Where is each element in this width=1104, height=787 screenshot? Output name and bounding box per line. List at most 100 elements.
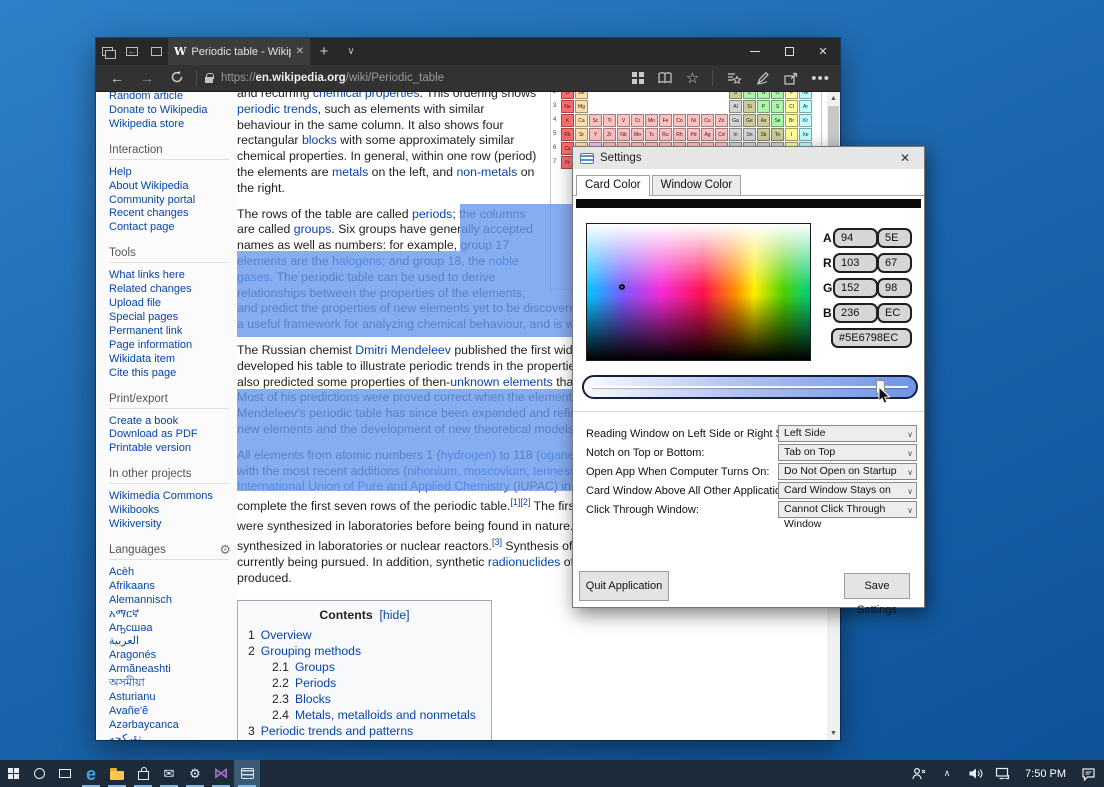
gear-icon[interactable]: ⚙: [219, 542, 231, 558]
sidebar-link[interactable]: Donate to Wikipedia: [109, 104, 229, 118]
toc-item[interactable]: 2.1Groups: [248, 659, 481, 675]
sidebar-link[interactable]: Contact page: [109, 221, 229, 235]
sidebar-link[interactable]: العربية: [109, 635, 229, 649]
sidebar-link[interactable]: Asturianu: [109, 691, 229, 705]
article-link[interactable]: chemical properties: [313, 92, 420, 100]
toc-link[interactable]: Periods: [295, 676, 336, 690]
toc-item[interactable]: 2.4Metals, metalloids and nonmetals: [248, 707, 481, 723]
sidebar-link[interactable]: Recent changes: [109, 207, 229, 221]
toc-item[interactable]: 3Periodic trends and patterns: [248, 723, 481, 739]
taskbar-visual-studio-button[interactable]: ⋈: [208, 760, 234, 787]
hex-color-field[interactable]: #5E6798EC: [831, 328, 912, 348]
taskbar-store-button[interactable]: [130, 760, 156, 787]
show-set-aside-tabs-icon[interactable]: [96, 38, 120, 65]
taskbar-settings-button[interactable]: ⚙: [182, 760, 208, 787]
scroll-down-arrow-icon[interactable]: ▼: [827, 727, 840, 740]
sidebar-link[interactable]: Printable version: [109, 442, 229, 456]
taskbar-clock[interactable]: 7:50 PM: [1019, 768, 1072, 780]
toc-link[interactable]: Periodic trends and patterns: [261, 724, 413, 738]
setting-dropdown[interactable]: Do Not Open on Startup∨: [778, 463, 917, 480]
sidebar-link[interactable]: Avañe'ẽ: [109, 705, 229, 719]
sidebar-link[interactable]: Wikipedia store: [109, 118, 229, 132]
sidebar-link[interactable]: Acèh: [109, 566, 229, 580]
article-link[interactable]: periodic trends: [237, 102, 318, 116]
article-link[interactable]: metals: [332, 165, 368, 179]
sidebar-link[interactable]: Armãneashti: [109, 663, 229, 677]
toc-link[interactable]: Grouping methods: [261, 644, 361, 658]
set-tabs-aside-icon[interactable]: ←: [120, 38, 144, 65]
back-icon[interactable]: ←: [106, 70, 128, 86]
sidebar-link[interactable]: تۆرکجه: [109, 733, 229, 740]
toc-item[interactable]: 3.1Electron configuration: [248, 739, 481, 740]
tab-preview-chevron-icon[interactable]: ∨: [338, 38, 364, 65]
channel-hex-field[interactable]: EC: [877, 303, 912, 323]
toc-item[interactable]: 2Grouping methods: [248, 643, 481, 659]
task-view-button[interactable]: [52, 760, 78, 787]
maximize-button[interactable]: [772, 38, 806, 65]
sidebar-link[interactable]: What links here: [109, 269, 229, 283]
quit-application-button[interactable]: Quit Application: [579, 571, 669, 601]
sidebar-link[interactable]: Wikidata item: [109, 353, 229, 367]
setting-dropdown[interactable]: Cannot Click Through Window∨: [778, 501, 917, 518]
dialog-title-bar[interactable]: Settings ✕: [573, 147, 924, 169]
toc-hide-link[interactable]: [hide]: [380, 608, 410, 622]
minimize-button[interactable]: [738, 38, 772, 65]
sidebar-link[interactable]: Download as PDF: [109, 428, 229, 442]
taskbar-file-explorer-button[interactable]: [104, 760, 130, 787]
setting-dropdown[interactable]: Card Window Stays on Top∨: [778, 482, 917, 499]
taskbar-edge-button[interactable]: e: [78, 760, 104, 787]
sidebar-link[interactable]: Page information: [109, 339, 229, 353]
scrollbar-thumb[interactable]: [828, 106, 839, 150]
sidebar-link[interactable]: Wikibooks: [109, 504, 229, 518]
sidebar-link[interactable]: Аҧсшәа: [109, 622, 229, 636]
toc-link[interactable]: Overview: [261, 628, 312, 642]
tab-window-icon[interactable]: [144, 38, 168, 65]
save-settings-button[interactable]: Save Settings: [844, 573, 910, 599]
dialog-close-icon[interactable]: ✕: [893, 151, 917, 165]
cortana-search-button[interactable]: [26, 760, 52, 787]
channel-decimal-field[interactable]: 94: [833, 228, 878, 248]
sidebar-link[interactable]: Community portal: [109, 194, 229, 208]
sidebar-link[interactable]: አማርኛ: [109, 608, 229, 622]
sidebar-link[interactable]: Cite this page: [109, 367, 229, 381]
article-link[interactable]: non-metals: [456, 165, 517, 179]
toc-link[interactable]: Blocks: [295, 692, 331, 706]
channel-hex-field[interactable]: 67: [877, 253, 912, 273]
alpha-slider[interactable]: [582, 375, 918, 399]
setting-dropdown[interactable]: Left Side∨: [778, 425, 917, 442]
article-link[interactable]: blocks: [302, 133, 337, 147]
sidebar-link[interactable]: Azərbaycanca: [109, 719, 229, 733]
sidebar-link[interactable]: Related changes: [109, 283, 229, 297]
sidebar-link[interactable]: Create a book: [109, 415, 229, 429]
toc-item[interactable]: 2.3Blocks: [248, 691, 481, 707]
channel-decimal-field[interactable]: 236: [833, 303, 878, 323]
hidden-icons-button[interactable]: ∧: [935, 768, 959, 779]
sidebar-link[interactable]: Upload file: [109, 297, 229, 311]
web-note-pen-icon[interactable]: [755, 71, 770, 86]
toc-item[interactable]: 1Overview: [248, 627, 481, 643]
add-favorite-star-icon[interactable]: ☆: [686, 71, 699, 86]
article-link[interactable]: groups: [294, 222, 332, 236]
channel-hex-field[interactable]: 98: [877, 278, 912, 298]
taskbar-mail-button[interactable]: ✉: [156, 760, 182, 787]
close-window-button[interactable]: ✕: [806, 38, 840, 65]
sidebar-link[interactable]: Permanent link: [109, 325, 229, 339]
start-button[interactable]: [0, 760, 26, 787]
hub-icon[interactable]: [726, 71, 742, 86]
sidebar-link[interactable]: Aragonés: [109, 649, 229, 663]
reference-link[interactable]: [3]: [492, 537, 502, 547]
sidebar-link[interactable]: Afrikaans: [109, 580, 229, 594]
reading-view-icon[interactable]: [657, 71, 673, 85]
sidebar-link[interactable]: Alemannisch: [109, 594, 229, 608]
sidebar-link[interactable]: অসমীয়া: [109, 677, 229, 691]
tab-card-color[interactable]: Card Color: [576, 175, 650, 196]
browser-tab[interactable]: W Periodic table - Wikipec ✕: [168, 38, 310, 65]
action-center-button[interactable]: [1076, 767, 1100, 781]
article-link[interactable]: periods: [412, 207, 452, 221]
scroll-up-arrow-icon[interactable]: ▲: [827, 92, 840, 105]
url-text[interactable]: https://en.wikipedia.org/wiki/Periodic_t…: [221, 72, 444, 84]
article-link[interactable]: Dmitri Mendeleev: [355, 343, 451, 357]
sidebar-link[interactable]: About Wikipedia: [109, 180, 229, 194]
channel-hex-field[interactable]: 5E: [877, 228, 912, 248]
people-button[interactable]: [907, 767, 931, 780]
